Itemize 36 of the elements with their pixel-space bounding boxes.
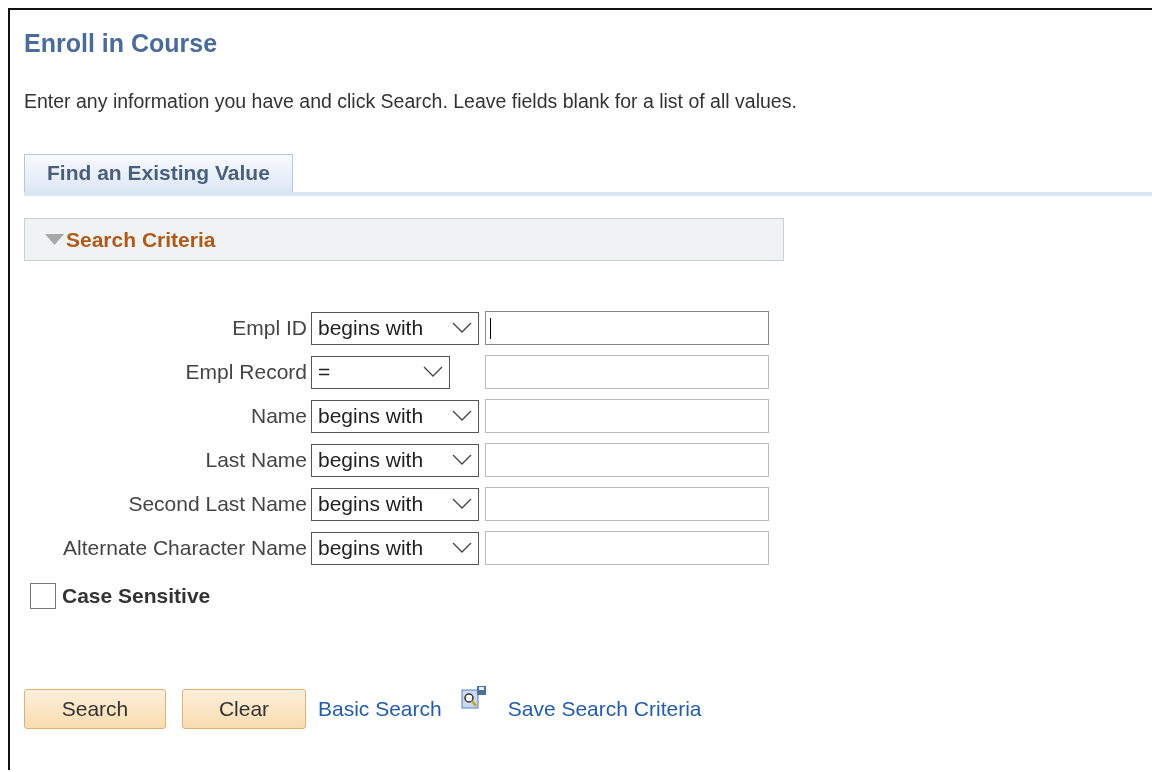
input-field[interactable] [485, 311, 769, 345]
input-field[interactable] [485, 531, 769, 565]
operator-dropdown[interactable]: begins with [311, 311, 479, 345]
field-label: Name [250, 404, 308, 428]
section-header[interactable]: Search Criteria [24, 218, 784, 261]
field-label: Second Last Name [128, 492, 308, 516]
instruction-text: Enter any information you have and click Search. Leave fields blank for a list of all values. [24, 90, 797, 113]
checkbox[interactable] [30, 583, 56, 609]
search-button[interactable]: Search [24, 689, 166, 729]
operator-dropdown[interactable]: begins with [311, 531, 479, 565]
input-field[interactable] [485, 487, 769, 521]
chevron-icon [452, 322, 472, 334]
input-field[interactable] [485, 399, 769, 433]
chevron-icon [452, 410, 472, 422]
link[interactable]: Basic Search [318, 697, 442, 721]
field-label: Last Name [205, 448, 308, 472]
operator-dropdown[interactable]: = [311, 355, 450, 389]
field-label: Empl Record [185, 360, 308, 384]
operator-dropdown[interactable]: begins with [311, 443, 479, 477]
clear-button[interactable]: Clear [182, 689, 306, 729]
page-title: Enroll in Course [24, 28, 218, 58]
tab[interactable]: Find an Existing Value [24, 154, 293, 192]
operator-dropdown[interactable]: begins with [311, 399, 479, 433]
operator-dropdown[interactable]: begins with [311, 487, 479, 521]
chevron-icon [452, 454, 472, 466]
chevron-icon [423, 366, 443, 378]
chevron-icon [452, 542, 472, 554]
section-title: Search Criteria [66, 227, 216, 252]
input-field[interactable] [485, 443, 769, 477]
field-label: Alternate Character Name [63, 536, 308, 560]
checkbox-label: Case Sensitive [62, 584, 211, 608]
save-search-icon[interactable] [460, 685, 487, 711]
link[interactable]: Save Search Criteria [507, 697, 702, 721]
chevron-icon [452, 498, 472, 510]
field-label: Empl ID [232, 316, 308, 340]
input-field[interactable] [485, 355, 769, 389]
